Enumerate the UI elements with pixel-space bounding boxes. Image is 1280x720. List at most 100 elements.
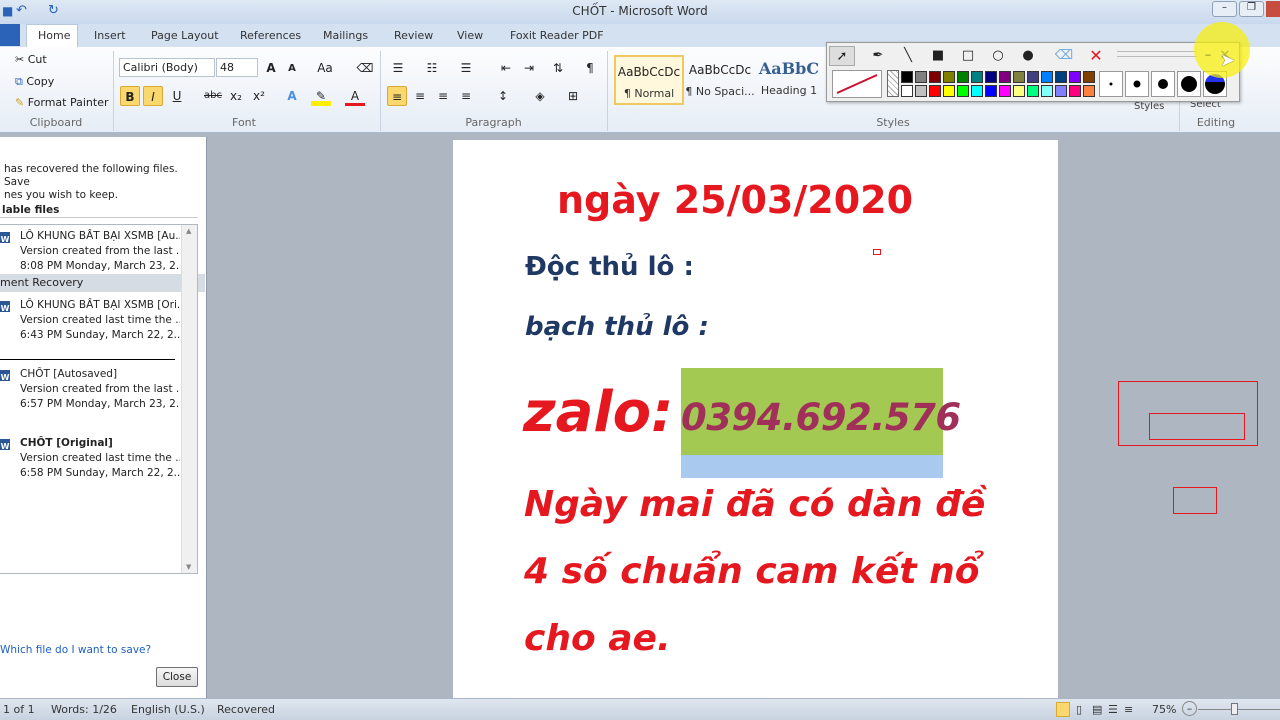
superscript-button[interactable]: x²: [249, 86, 269, 106]
sort-icon[interactable]: ⇅: [548, 58, 568, 78]
print-layout-icon[interactable]: [1056, 702, 1070, 717]
palette-color-swatch[interactable]: [1041, 71, 1053, 83]
align-left-icon[interactable]: ≡: [387, 86, 407, 106]
format-painter-button[interactable]: ✎ Format Painter: [15, 96, 109, 109]
minimize-button[interactable]: –: [1212, 1, 1237, 17]
zoom-level[interactable]: 75%: [1152, 703, 1176, 716]
palette-color-swatch[interactable]: [901, 71, 913, 83]
palette-color-swatch[interactable]: [1013, 85, 1025, 97]
highlight-icon[interactable]: ✎: [311, 86, 331, 106]
change-case-button[interactable]: Aa: [315, 58, 335, 78]
pen-tool-icon[interactable]: ✒: [865, 46, 891, 66]
tab-review[interactable]: Review: [394, 29, 433, 42]
rect-tool-icon[interactable]: □: [955, 46, 981, 66]
multilevel-icon[interactable]: ☰: [456, 58, 476, 78]
palette-color-swatch[interactable]: [971, 71, 983, 83]
palette-color-swatch[interactable]: [999, 85, 1011, 97]
align-right-icon[interactable]: ≡: [433, 86, 453, 106]
cut-button[interactable]: ✂ Cut: [15, 53, 47, 66]
palette-color-swatch[interactable]: [915, 71, 927, 83]
palette-color-swatch[interactable]: [1055, 71, 1067, 83]
shading-icon[interactable]: ◈: [530, 86, 550, 106]
palette-color-swatch[interactable]: [1041, 85, 1053, 97]
palette-color-swatch[interactable]: [929, 85, 941, 97]
pen-size-4[interactable]: [1177, 71, 1201, 97]
draft-icon[interactable]: ≡: [1124, 703, 1133, 716]
palette-color-swatch[interactable]: [1083, 85, 1095, 97]
palette-color-swatch[interactable]: [1027, 85, 1039, 97]
page-count[interactable]: 1 of 1: [3, 703, 35, 716]
palette-color-swatch[interactable]: [915, 85, 927, 97]
eraser-tool-icon[interactable]: ⌫: [1051, 46, 1077, 66]
scrollbar[interactable]: ▲ ▼: [181, 225, 197, 573]
shrink-font-button[interactable]: A: [282, 59, 302, 79]
text-effects-icon[interactable]: A: [282, 86, 302, 106]
web-layout-icon[interactable]: ▤: [1092, 703, 1102, 716]
document-page[interactable]: ngày 25/03/2020 Độc thủ lô : bạch thủ lô…: [453, 140, 1058, 698]
justify-icon[interactable]: ≡: [456, 86, 476, 106]
tab-mailings[interactable]: Mailings: [323, 29, 368, 42]
font-name-combo[interactable]: Calibri (Body): [119, 58, 215, 77]
recovered-file-item[interactable]: W LÔ KHUNG BẤT BẠI XSMB [Au... Version cre…: [0, 229, 180, 274]
line-tool-icon[interactable]: ╲: [895, 46, 921, 66]
tab-foxit[interactable]: Foxit Reader PDF: [510, 29, 604, 42]
clear-all-icon[interactable]: ✕: [1083, 46, 1109, 66]
close-button[interactable]: Close: [156, 667, 198, 687]
change-styles-button[interactable]: Styles: [1134, 101, 1164, 112]
show-marks-button[interactable]: ¶: [580, 58, 600, 78]
pen-size-3[interactable]: [1151, 71, 1175, 97]
borders-icon[interactable]: ⊞: [563, 86, 583, 106]
recovered-file-item[interactable]: W CHỐT [Original] Version created last tim…: [0, 436, 180, 481]
palette-color-swatch[interactable]: [999, 71, 1011, 83]
strikethrough-button[interactable]: abc: [201, 86, 225, 106]
palette-color-swatch[interactable]: [1069, 71, 1081, 83]
zoom-slider[interactable]: [1198, 709, 1280, 710]
language[interactable]: English (U.S.): [131, 703, 205, 716]
pointer-tool-icon[interactable]: ➚: [829, 46, 855, 66]
word-count[interactable]: Words: 1/26: [51, 703, 117, 716]
align-center-icon[interactable]: ≡: [410, 86, 430, 106]
bold-button[interactable]: B: [120, 86, 140, 106]
tab-file[interactable]: [0, 24, 20, 46]
underline-button[interactable]: U: [167, 86, 187, 106]
tab-page-layout[interactable]: Page Layout: [151, 29, 219, 42]
palette-color-swatch[interactable]: [1069, 85, 1081, 97]
filled-ellipse-tool-icon[interactable]: ●: [1015, 46, 1041, 66]
palette-color-swatch[interactable]: [929, 71, 941, 83]
increase-indent-icon[interactable]: ⇥: [519, 58, 539, 78]
copy-button[interactable]: ⧉ Copy: [15, 75, 54, 89]
palette-color-swatch[interactable]: [901, 85, 913, 97]
font-color-button[interactable]: A: [345, 86, 365, 106]
transparent-color-swatch[interactable]: [887, 70, 899, 97]
pen-size-1[interactable]: [1099, 71, 1123, 97]
palette-color-swatch[interactable]: [985, 85, 997, 97]
ellipse-tool-icon[interactable]: ○: [985, 46, 1011, 66]
palette-color-swatch[interactable]: [971, 85, 983, 97]
numbering-icon[interactable]: ☷: [422, 58, 442, 78]
palette-color-swatch[interactable]: [957, 71, 969, 83]
filled-rect-tool-icon[interactable]: ■: [925, 46, 951, 66]
pen-size-2[interactable]: [1125, 71, 1149, 97]
italic-button[interactable]: I: [143, 86, 163, 106]
bullets-icon[interactable]: ☰: [388, 58, 408, 78]
clear-format-icon[interactable]: ⌫: [355, 58, 375, 78]
subscript-button[interactable]: x₂: [226, 86, 246, 106]
recovered-file-item[interactable]: W LÔ KHUNG BẤT BẠI XSMB [Ori... Version cr…: [0, 298, 180, 343]
zoom-out-button[interactable]: –: [1182, 701, 1197, 716]
palette-color-swatch[interactable]: [943, 85, 955, 97]
tab-home[interactable]: Home: [38, 29, 70, 42]
drag-handle[interactable]: [1117, 51, 1197, 57]
outline-icon[interactable]: ☰: [1108, 703, 1118, 716]
style-normal[interactable]: AaBbCcDc ¶ Normal: [614, 55, 684, 105]
style-heading-1[interactable]: AaBbC Heading 1: [756, 55, 822, 105]
zoom-slider-thumb[interactable]: [1231, 703, 1238, 715]
full-screen-reading-icon[interactable]: ▯: [1076, 703, 1082, 716]
help-link[interactable]: Which file do I want to save?: [0, 644, 151, 656]
tab-insert[interactable]: Insert: [94, 29, 126, 42]
font-size-combo[interactable]: 48: [216, 58, 258, 77]
palette-color-swatch[interactable]: [1083, 71, 1095, 83]
recovered-file-item[interactable]: W CHỐT [Autosaved] Version created from th…: [0, 367, 180, 412]
palette-color-swatch[interactable]: [943, 71, 955, 83]
restore-button[interactable]: ❐: [1239, 1, 1264, 17]
style-no-spacing[interactable]: AaBbCcDc ¶ No Spaci...: [685, 55, 755, 105]
